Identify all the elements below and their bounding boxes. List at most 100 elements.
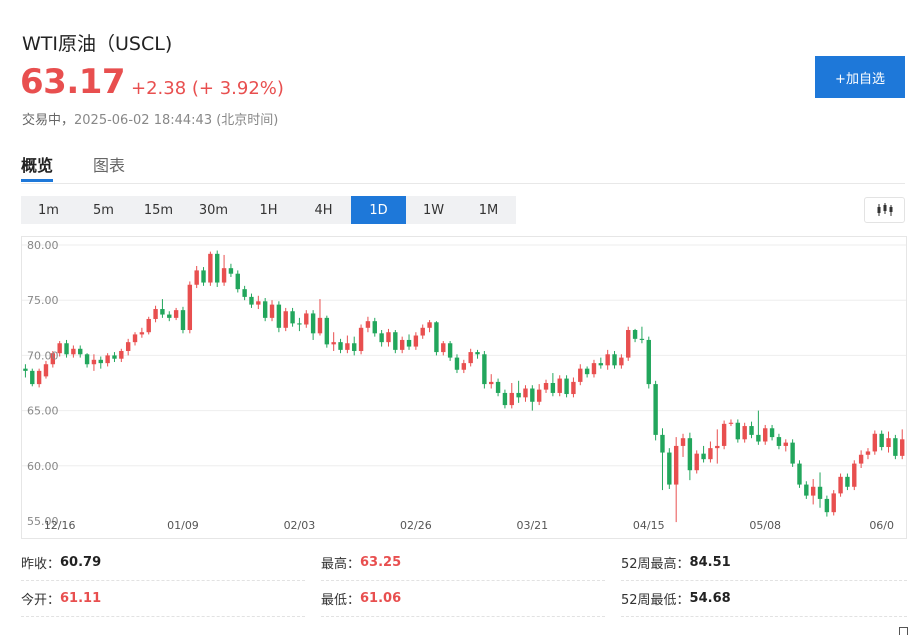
candle-body bbox=[489, 381, 494, 385]
candle-body bbox=[502, 392, 508, 406]
candle-body bbox=[262, 301, 268, 318]
candle-body bbox=[386, 332, 391, 343]
instrument-title: WTI原油（USCL) bbox=[22, 33, 173, 55]
candle-body bbox=[900, 439, 905, 456]
candle-body bbox=[317, 317, 323, 334]
candle-body bbox=[71, 348, 76, 355]
candle-body bbox=[132, 334, 138, 343]
interval-1m[interactable]: 1m bbox=[21, 196, 76, 224]
candle-body bbox=[605, 354, 610, 366]
candle-body bbox=[208, 253, 213, 283]
chart-type-button[interactable] bbox=[864, 197, 905, 223]
candle-body bbox=[310, 313, 316, 334]
stat-value: 54.68 bbox=[689, 591, 731, 606]
candle-body bbox=[639, 338, 645, 340]
candle-body bbox=[776, 437, 782, 446]
interval-4h[interactable]: 4H bbox=[296, 196, 351, 224]
candle-body bbox=[160, 309, 165, 315]
candle-body bbox=[365, 321, 371, 328]
candle-body bbox=[769, 428, 775, 438]
interval-1mo[interactable]: 1M bbox=[461, 196, 516, 224]
candle-body bbox=[372, 321, 377, 334]
interval-30m[interactable]: 30m bbox=[186, 196, 241, 224]
candle-body bbox=[84, 354, 90, 365]
y-tick-label: 65.00 bbox=[27, 405, 59, 418]
candle-body bbox=[269, 304, 275, 318]
candle-body bbox=[221, 268, 227, 283]
stat-label: 52周最低： bbox=[621, 593, 690, 608]
candle-body bbox=[721, 423, 727, 446]
x-tick-label: 04/15 bbox=[633, 519, 665, 532]
stat-label: 昨收： bbox=[21, 557, 61, 572]
candle-body bbox=[324, 317, 330, 345]
candle-body bbox=[461, 363, 467, 370]
candle-body bbox=[475, 352, 480, 355]
trading-status: 交易中，2025-06-02 18:44:43 (北京时间) bbox=[22, 109, 278, 128]
interval-15m[interactable]: 15m bbox=[131, 196, 186, 224]
candle-body bbox=[831, 493, 836, 513]
interval-1w[interactable]: 1W bbox=[406, 196, 461, 224]
candle-body bbox=[399, 339, 405, 350]
candle-body bbox=[338, 342, 343, 350]
candle-body bbox=[550, 383, 556, 393]
candlestick-chart[interactable]: 80.0075.0070.0065.0060.0055.0012/16 01/09… bbox=[22, 237, 907, 539]
candle-body bbox=[728, 422, 734, 424]
candle-body bbox=[434, 322, 439, 353]
candle-body bbox=[112, 355, 117, 359]
candle-body bbox=[653, 384, 658, 435]
interval-1h[interactable]: 1H bbox=[241, 196, 296, 224]
candle-body bbox=[242, 289, 247, 297]
x-tick-label: 02/26 bbox=[400, 519, 432, 532]
add-watchlist-button[interactable]: +加自选 bbox=[815, 56, 905, 98]
status-label: 交易中， bbox=[22, 113, 75, 128]
x-tick-label: 05/08 bbox=[749, 519, 781, 532]
candle-body bbox=[852, 463, 857, 487]
candle-body bbox=[427, 322, 432, 328]
tab-overview[interactable]: 概览 bbox=[21, 152, 53, 176]
candle-body bbox=[105, 355, 110, 364]
candle-body bbox=[235, 273, 240, 290]
x-tick-label: 02/03 bbox=[284, 519, 316, 532]
x-tick-label: 06/0 bbox=[869, 519, 894, 532]
candle-body bbox=[468, 352, 473, 364]
expand-icon[interactable] bbox=[899, 627, 908, 635]
candle-body bbox=[667, 452, 672, 485]
candle-body bbox=[413, 335, 419, 347]
candle-body bbox=[886, 438, 891, 448]
stat-low: 最低： 61.06 bbox=[321, 581, 605, 617]
tab-chart[interactable]: 图表 bbox=[93, 152, 125, 176]
candle-body bbox=[201, 270, 206, 283]
candle-body bbox=[872, 433, 878, 452]
candle-body bbox=[735, 422, 741, 440]
stat-value: 84.51 bbox=[689, 555, 731, 570]
candle-body bbox=[187, 284, 193, 331]
candle-body bbox=[23, 368, 28, 371]
candle-body bbox=[352, 343, 357, 351]
stat-label: 52周最高： bbox=[621, 557, 690, 572]
candle-body bbox=[783, 442, 788, 446]
candle-body bbox=[215, 253, 220, 283]
interval-5m[interactable]: 5m bbox=[76, 196, 131, 224]
price-chart[interactable]: 80.00 75.00 70.00 65.00 60.00 55.00 12/16 01/09… bbox=[21, 236, 907, 539]
candle-body bbox=[687, 438, 693, 471]
candle-body bbox=[619, 357, 624, 366]
y-tick-label: 60.00 bbox=[27, 460, 59, 473]
candle-body bbox=[646, 339, 651, 385]
candle-body bbox=[139, 332, 145, 335]
candle-body bbox=[441, 343, 446, 353]
interval-1d[interactable]: 1D bbox=[351, 196, 406, 224]
stat-value: 61.06 bbox=[360, 591, 402, 606]
x-tick-label: 12/16 bbox=[44, 519, 76, 532]
candle-body bbox=[228, 268, 234, 274]
candle-body bbox=[742, 426, 747, 440]
quote-timestamp: 2025-06-02 18:44:43 (北京时间) bbox=[74, 113, 279, 128]
candle-body bbox=[119, 350, 124, 359]
candle-body bbox=[893, 438, 898, 456]
candle-body bbox=[756, 434, 761, 442]
candle-body bbox=[749, 426, 754, 435]
active-tab-underline bbox=[21, 179, 53, 182]
stat-value: 60.79 bbox=[60, 555, 102, 570]
candle-body bbox=[530, 388, 535, 402]
candle-body bbox=[447, 343, 453, 358]
candle-body bbox=[91, 359, 97, 365]
